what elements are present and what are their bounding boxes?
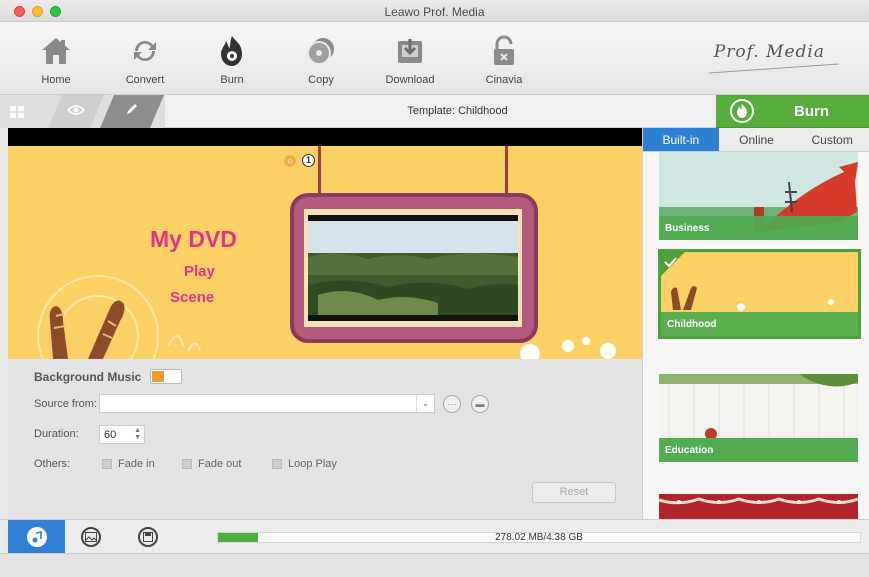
- tab-built-in[interactable]: Built-in: [643, 128, 719, 151]
- toolbar-download-button[interactable]: Download: [375, 34, 445, 86]
- folder-icon: ▬: [475, 399, 485, 409]
- page-indicator: ⌂ 1: [284, 154, 315, 167]
- chevron-down-icon[interactable]: ⌄: [416, 395, 434, 412]
- image-icon: [80, 527, 101, 547]
- template-childhood[interactable]: Childhood: [658, 249, 861, 339]
- toolbar-copy-button[interactable]: Copy: [286, 34, 356, 86]
- tab-online[interactable]: Online: [719, 128, 795, 151]
- video-frame: [290, 193, 538, 343]
- toolbar-copy-label: Copy: [308, 74, 334, 86]
- checkbox-box: [182, 459, 192, 469]
- burn-button-label: Burn: [794, 102, 829, 120]
- burn-button[interactable]: Burn: [716, 95, 869, 128]
- disc-usage-text: 278.02 MB/4.38 GB: [495, 532, 583, 543]
- burn-flame-icon: [730, 99, 754, 123]
- toolbar-burn-button[interactable]: Burn: [197, 34, 267, 86]
- browse-folder-button[interactable]: ▬: [471, 395, 489, 413]
- template-tabs: Built-in Online Custom: [643, 128, 869, 152]
- status-bar: [0, 553, 869, 577]
- pencil-icon: [125, 102, 139, 121]
- download-icon: [375, 34, 445, 68]
- brand-underline: [709, 63, 839, 74]
- hanging-rope-left: [318, 146, 321, 194]
- template-name: Business: [659, 216, 858, 240]
- source-select[interactable]: ⌄: [99, 394, 435, 413]
- dvd-scene-button[interactable]: Scene: [170, 289, 214, 306]
- home-icon: [21, 34, 91, 68]
- template-christmas[interactable]: [659, 494, 858, 519]
- toolbar-download-label: Download: [385, 74, 435, 86]
- page-number[interactable]: 1: [302, 154, 315, 167]
- source-label: Source from:: [34, 398, 97, 410]
- window-title: Leawo Prof. Media: [384, 5, 485, 19]
- preview-top-bar: [8, 128, 642, 146]
- bottom-bar: 278.02 MB/4.38 GB: [0, 519, 869, 554]
- fade-out-label: Fade out: [198, 458, 242, 470]
- duration-value: 60: [104, 429, 117, 441]
- edit-mode-button[interactable]: [100, 95, 164, 128]
- menu-home-icon[interactable]: ⌂: [284, 154, 296, 167]
- stepper-arrows-icon[interactable]: ▲ ▼: [134, 427, 141, 441]
- dvd-title-text[interactable]: My DVD: [150, 226, 237, 253]
- main-toolbar: Home Convert Burn Copy Download Cinavia …: [0, 22, 869, 95]
- toolbar-convert-label: Convert: [125, 74, 165, 86]
- disc-menu-tab-button[interactable]: [119, 520, 176, 554]
- template-name: Education: [659, 438, 858, 462]
- fade-in-label: Fade in: [118, 458, 155, 470]
- fade-in-checkbox[interactable]: Fade in: [102, 458, 155, 470]
- toolbar-home-button[interactable]: Home: [21, 34, 91, 86]
- toolbar-cinavia-label: Cinavia: [485, 74, 523, 86]
- toggle-knob: [152, 371, 164, 382]
- others-label: Others:: [34, 458, 71, 470]
- duration-label: Duration:: [34, 428, 79, 440]
- save-icon: [137, 527, 158, 547]
- preview-mode-button[interactable]: [48, 95, 104, 128]
- burn-icon: [197, 34, 267, 68]
- hanging-rope-right: [505, 146, 508, 194]
- copy-icon: [286, 34, 356, 68]
- background-music-toggle[interactable]: [150, 369, 182, 384]
- duration-stepper[interactable]: 60 ▲ ▼: [99, 425, 145, 444]
- video-thumbnail: [308, 215, 518, 321]
- template-business[interactable]: Business: [659, 152, 858, 240]
- template-panel: Built-in Online Custom Business Childhoo…: [642, 128, 869, 519]
- title-bar: Leawo Prof. Media: [0, 0, 869, 22]
- background-music-settings: Background Music Source from: ⌄ ··· ▬ Du…: [8, 359, 642, 519]
- template-name: Childhood: [661, 312, 858, 336]
- tab-custom[interactable]: Custom: [794, 128, 869, 151]
- toolbar-burn-label: Burn: [220, 74, 244, 86]
- view-switcher: [0, 95, 165, 128]
- toolbar-convert-button[interactable]: Convert: [110, 34, 180, 86]
- dvd-play-button[interactable]: Play: [184, 263, 215, 280]
- menu-preview: ⌂ 1 My DVD Play Scene: [8, 146, 642, 359]
- toolbar-cinavia-button[interactable]: Cinavia: [469, 34, 539, 86]
- template-education[interactable]: Education: [659, 374, 858, 462]
- checkbox-box: [102, 459, 112, 469]
- music-note-icon: [26, 527, 47, 547]
- cinavia-icon: [469, 34, 539, 68]
- convert-icon: [110, 34, 180, 68]
- checkbox-box: [272, 459, 282, 469]
- background-music-label: Background Music: [34, 370, 142, 384]
- fade-out-checkbox[interactable]: Fade out: [182, 458, 241, 470]
- grid-view-icon[interactable]: [10, 105, 24, 123]
- ellipsis-icon: ···: [447, 399, 457, 409]
- image-tab-button[interactable]: [62, 520, 119, 554]
- brand-logo: Prof. Media: [713, 42, 825, 62]
- more-options-button[interactable]: ···: [443, 395, 461, 413]
- loop-play-checkbox[interactable]: Loop Play: [272, 458, 337, 470]
- loop-play-label: Loop Play: [288, 458, 337, 470]
- toolbar-home-label: Home: [41, 74, 71, 86]
- eye-icon: [67, 103, 85, 121]
- reset-button[interactable]: Reset: [532, 482, 616, 503]
- template-label: Template: Childhood: [407, 105, 508, 117]
- music-tab-button[interactable]: [8, 520, 65, 554]
